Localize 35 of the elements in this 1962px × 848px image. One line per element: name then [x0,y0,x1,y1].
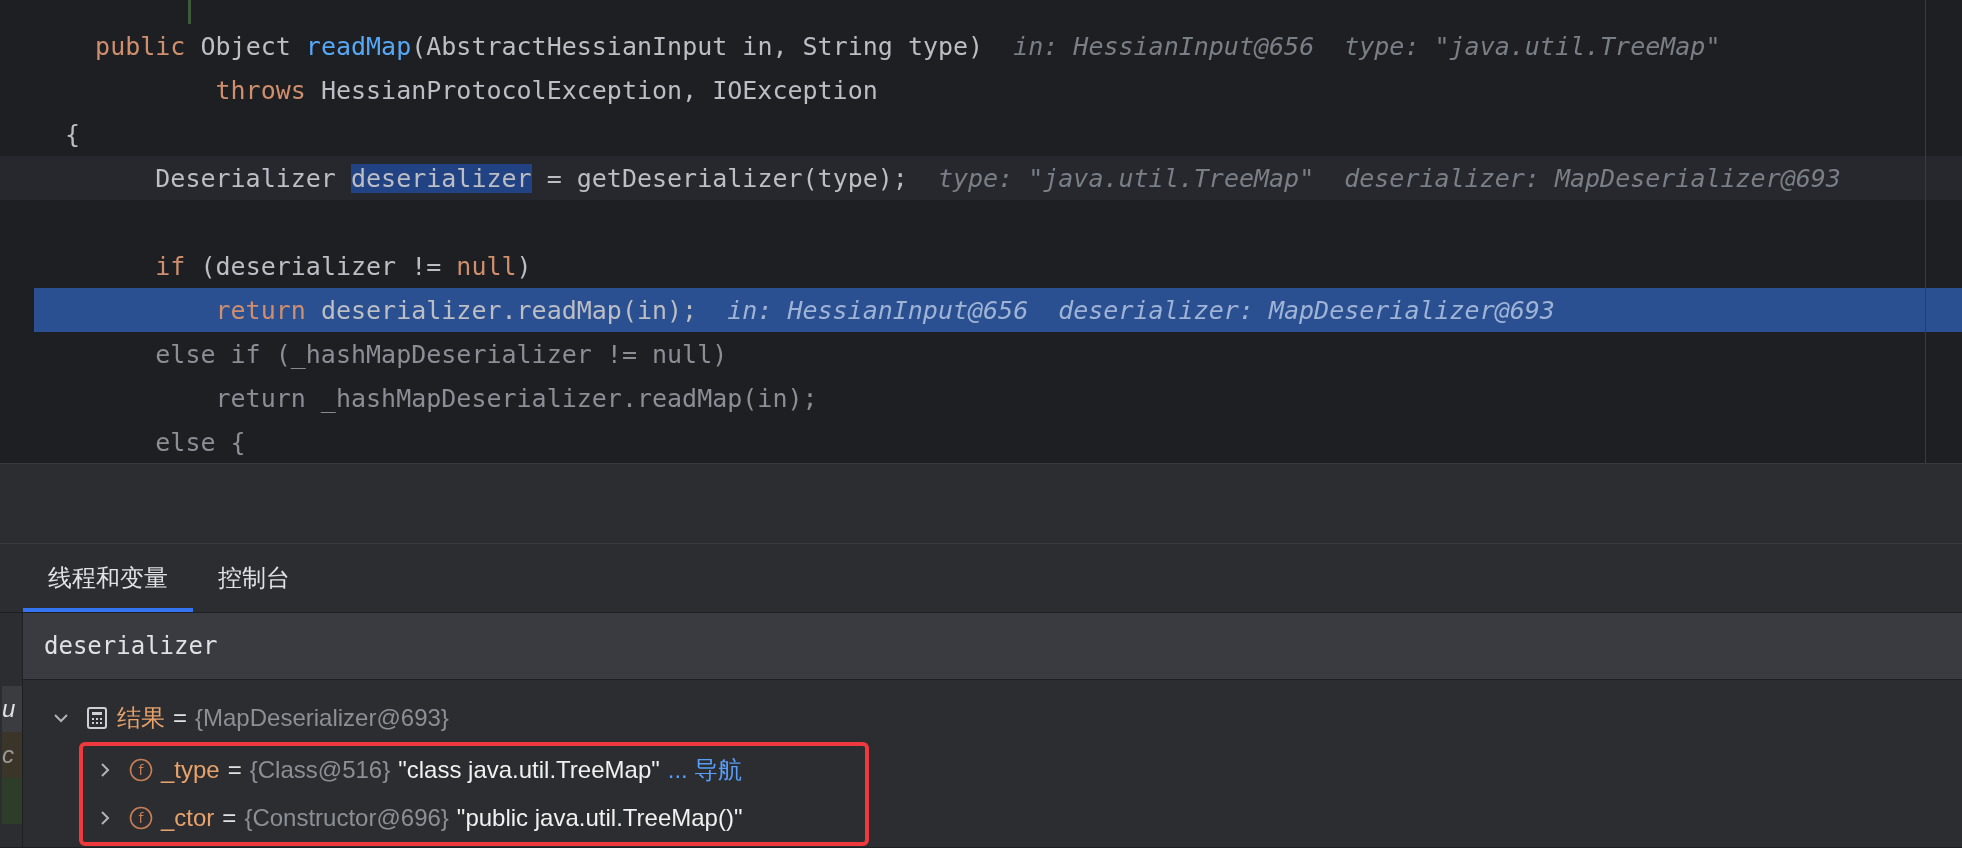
variable-value: "class java.util.TreeMap" [398,756,660,784]
code-line: throws HessianProtocolException, IOException [214,75,878,105]
variable-name: 结果 [117,703,165,733]
code-line: else if (_hashMapDeserializer != null) [154,339,728,369]
code-line: else { [154,427,246,457]
inline-value-hint: type: "java.util.TreeMap" [1344,31,1721,61]
field-icon: f [129,806,153,830]
inline-value-hint: type: "java.util.TreeMap" [937,163,1315,193]
code-line: { [65,119,81,149]
equals-sign: = [173,704,187,732]
navigate-link[interactable]: ... 导航 [667,754,743,786]
stack-frame-item[interactable]: u [2,686,22,732]
equals-sign: = [227,756,242,784]
field-icon: f [129,758,153,782]
code-line: return deserializer.readMap(in); [214,295,698,325]
calculator-icon [85,706,109,730]
inline-value-hint: deserializer: MapDeserializer@693 [1058,295,1555,325]
expression-field[interactable]: deserializer [23,613,1962,680]
equals-sign: = [222,804,237,832]
code-line: Deserializer deserializer = getDeserializer(type); [154,163,908,193]
inline-value-hint: in: HessianInput@656 [1013,31,1315,61]
variable-type: {MapDeserializer@693} [195,704,449,732]
variable-type: {Class@516} [249,756,391,784]
code-line: if (deserializer != null) [154,251,532,281]
variable-type: {Constructor@696} [244,804,449,832]
code-line: return _hashMapDeserializer.readMap(in); [214,383,818,413]
inline-value-hint: in: HessianInput@656 [727,295,1029,325]
stack-frame-item[interactable]: c [2,732,22,778]
variable-name: _type [161,756,220,784]
inline-value-hint: deserializer: MapDeserializer@693 [1344,163,1841,193]
variable-name: _ctor [161,804,215,832]
variable-value: "public java.util.TreeMap()" [456,804,743,832]
change-marker [188,0,191,24]
code-line: public Object readMap(AbstractHessianInput in, String type) [94,31,984,61]
panel-tab[interactable]: 控制台 [193,544,315,612]
